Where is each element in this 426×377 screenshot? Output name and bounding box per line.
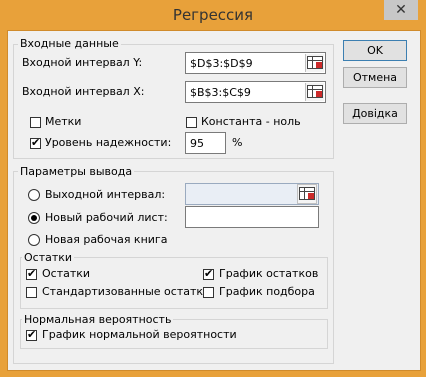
labels-checkbox[interactable] — [30, 117, 41, 128]
input-y-range-picker[interactable] — [305, 54, 324, 72]
input-y-label: Входной интервал Y: — [22, 56, 143, 69]
new-sheet-label: Новый рабочий лист: — [45, 211, 168, 224]
input-y-value: $D$3:$D$9 — [190, 57, 253, 70]
residuals-group-title: Остатки — [22, 251, 75, 264]
title-bar[interactable]: Регрессия ✕ — [0, 0, 426, 30]
line-fit-plot-checkbox[interactable] — [203, 287, 214, 298]
ok-button[interactable]: OK — [343, 40, 407, 61]
residuals-label: Остатки — [42, 267, 91, 280]
normal-probability-plot-label: График нормальной вероятности — [42, 328, 237, 341]
cancel-button[interactable]: Отмена — [343, 67, 407, 88]
input-x-value: $B$3:$C$9 — [190, 86, 251, 99]
line-fit-plot-label: График подбора — [219, 285, 315, 298]
residual-plot-checkbox[interactable] — [203, 267, 214, 280]
new-workbook-label: Новая рабочая книга — [45, 233, 168, 246]
close-button[interactable]: ✕ — [384, 0, 418, 20]
confidence-level-field[interactable]: 95 — [185, 132, 226, 154]
new-sheet-radio[interactable] — [28, 212, 40, 224]
normal-probability-group-title: Нормальная вероятность — [22, 313, 174, 326]
input-x-field[interactable]: $B$3:$C$9 — [185, 81, 326, 103]
confidence-unit: % — [232, 136, 243, 149]
output-range-label: Выходной интервал: — [45, 188, 166, 201]
dialog-body: OK Отмена Довідка Входные данные Входной… — [7, 30, 421, 371]
new-workbook-radio[interactable] — [28, 234, 40, 246]
confidence-level-value: 95 — [190, 137, 204, 150]
output-range-picker[interactable] — [297, 184, 317, 204]
labels-label: Метки — [45, 115, 82, 128]
range-select-icon — [307, 85, 323, 98]
residuals-group — [20, 257, 328, 309]
range-select-icon — [307, 56, 323, 69]
range-select-icon — [299, 187, 315, 200]
residuals-checkbox[interactable] — [26, 267, 37, 280]
confidence-level-label: Уровень надежности: — [45, 136, 172, 149]
input-y-field[interactable]: $D$3:$D$9 — [185, 52, 326, 74]
normal-probability-plot-checkbox[interactable] — [26, 328, 37, 341]
close-icon: ✕ — [395, 2, 407, 18]
regression-dialog-window: Регрессия ✕ OK Отмена Довідка Входные да… — [0, 0, 426, 377]
new-sheet-field[interactable] — [185, 206, 319, 228]
standardized-residuals-label: Стандартизованные остатки — [42, 285, 211, 298]
dialog-title: Регрессия — [172, 6, 254, 24]
input-x-range-picker[interactable] — [305, 83, 324, 101]
constant-zero-checkbox[interactable] — [186, 117, 197, 128]
confidence-level-checkbox[interactable] — [30, 136, 41, 149]
constant-zero-label: Константа - ноль — [201, 115, 301, 128]
output-range-radio[interactable] — [28, 189, 40, 201]
input-x-label: Входной интервал X: — [22, 85, 145, 98]
residual-plot-label: График остатков — [219, 267, 319, 280]
input-data-group-title: Входные данные — [18, 37, 121, 50]
standardized-residuals-checkbox[interactable] — [26, 287, 37, 298]
output-options-group-title: Параметры вывода — [18, 165, 135, 178]
help-button[interactable]: Довідка — [343, 103, 407, 124]
